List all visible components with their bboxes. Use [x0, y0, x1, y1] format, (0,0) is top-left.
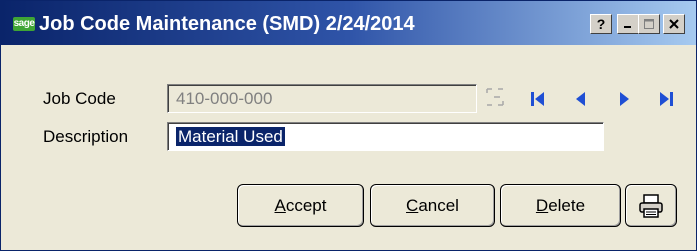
first-record-icon	[531, 92, 544, 106]
next-record-button[interactable]	[612, 89, 636, 109]
accept-label: ccept	[285, 195, 327, 215]
description-value: Material Used	[176, 127, 285, 146]
lookup-button[interactable]	[483, 85, 507, 111]
job-code-field[interactable]: 410-000-000	[167, 84, 477, 113]
first-record-button[interactable]	[526, 89, 550, 109]
help-button[interactable]: ?	[590, 14, 612, 34]
accept-accelerator: A	[274, 195, 286, 215]
maximize-button[interactable]	[638, 14, 660, 34]
last-record-icon	[660, 92, 673, 106]
window-title: Job Code Maintenance (SMD) 2/24/2014	[39, 13, 415, 35]
delete-button[interactable]: Delete	[500, 184, 621, 227]
description-label: Description	[43, 127, 129, 146]
previous-record-button[interactable]	[569, 89, 593, 109]
cancel-label: ancel	[418, 195, 459, 215]
close-button[interactable]	[663, 14, 685, 34]
last-record-button[interactable]	[654, 89, 678, 109]
description-field[interactable]: Material Used	[167, 122, 604, 151]
maximize-icon	[644, 19, 654, 29]
sage-app-icon: sage	[13, 17, 35, 31]
cancel-button[interactable]: Cancel	[370, 184, 495, 227]
minimize-button[interactable]	[617, 14, 639, 34]
accept-button[interactable]: Accept	[237, 184, 364, 227]
title-bar[interactable]: sage Job Code Maintenance (SMD) 2/24/201…	[1, 1, 696, 45]
minimize-icon	[624, 26, 631, 28]
print-button[interactable]	[625, 184, 677, 227]
printer-icon	[639, 193, 663, 218]
job-code-label: Job Code	[43, 89, 116, 108]
job-code-maintenance-window: sage Job Code Maintenance (SMD) 2/24/201…	[0, 0, 697, 251]
previous-record-icon	[576, 92, 585, 106]
cancel-accelerator: C	[406, 195, 419, 215]
next-record-icon	[620, 92, 629, 106]
delete-accelerator: D	[535, 195, 549, 215]
delete-label: elete	[548, 195, 586, 215]
close-icon	[669, 19, 679, 29]
lookup-icon	[486, 88, 504, 106]
